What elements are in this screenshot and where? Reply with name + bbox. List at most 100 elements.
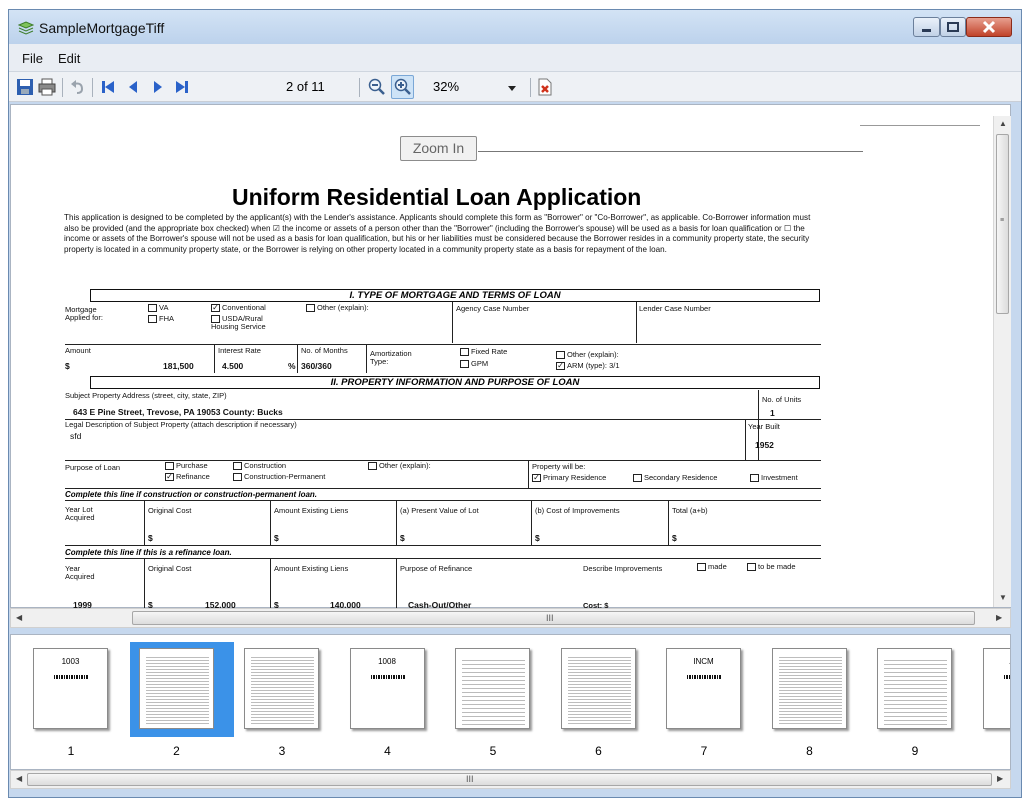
- scroll-left-arrow-icon[interactable]: ◀: [16, 774, 22, 783]
- scroll-right-arrow-icon[interactable]: ▶: [996, 613, 1002, 622]
- page-thumbnail[interactable]: 3: [234, 635, 340, 769]
- thumbnail-page-number: 3: [278, 744, 286, 758]
- maximize-button[interactable]: [940, 17, 966, 37]
- field-label: No. of Units: [762, 395, 802, 404]
- page-thumbnail[interactable]: 6: [551, 635, 657, 769]
- checkbox-investment: Investment: [750, 474, 798, 483]
- zoom-level[interactable]: 32%: [433, 79, 459, 94]
- checkbox-secondary-residence: Secondary Residence: [633, 474, 717, 483]
- save-icon[interactable]: [16, 78, 34, 96]
- previous-page-icon[interactable]: [124, 78, 142, 96]
- field-label: Amount: [65, 346, 91, 355]
- next-page-icon[interactable]: [149, 78, 167, 96]
- zoom-dropdown-arrow-icon[interactable]: [503, 78, 521, 97]
- page-thumbnail[interactable]: 8: [762, 635, 868, 769]
- menu-bar: File Edit: [9, 44, 1021, 72]
- scroll-right-arrow-icon[interactable]: ▶: [997, 774, 1003, 783]
- thumbnail-page-image: 1008: [349, 648, 425, 729]
- title-bar[interactable]: SampleMortgageTiff: [9, 10, 1021, 44]
- last-page-icon[interactable]: [173, 78, 191, 96]
- first-page-icon[interactable]: [99, 78, 117, 96]
- page-indicator[interactable]: 2 of 11: [286, 79, 325, 94]
- thumbnail-page-image: [560, 648, 636, 729]
- table-divider: [745, 420, 746, 460]
- page-thumbnail[interactable]: 9: [867, 635, 973, 769]
- thumbnail-page-number: 5: [489, 744, 497, 758]
- zoom-out-icon[interactable]: [368, 78, 386, 96]
- amount-currency: $: [65, 361, 70, 371]
- scroll-down-arrow-icon[interactable]: ▼: [999, 593, 1007, 602]
- field-label: Amount Existing Liens: [274, 564, 349, 573]
- scroll-left-arrow-icon[interactable]: ◀: [16, 613, 22, 622]
- form-lines-graphic: [884, 657, 947, 725]
- field-label: Agency Case Number: [456, 304, 530, 313]
- menu-file[interactable]: File: [22, 51, 43, 66]
- zoom-in-tooltip-button[interactable]: Zoom In: [400, 136, 477, 161]
- scan-artifact-line: [860, 125, 980, 126]
- field-label: Year Built: [748, 422, 780, 431]
- currency-sign: $: [274, 533, 279, 543]
- menu-edit[interactable]: Edit: [58, 51, 80, 66]
- document-title: Uniform Residential Loan Application: [232, 184, 642, 210]
- checkbox-to-be-made: to be made: [747, 563, 796, 572]
- page-thumbnail[interactable]: ASST 10: [973, 635, 1011, 769]
- field-label: Property will be:: [532, 462, 586, 471]
- thumbnail-horizontal-scrollbar[interactable]: ◀ III ▶: [10, 770, 1011, 789]
- thumbnail-title: 1003: [61, 657, 80, 666]
- field-label: Legal Description of Subject Property (a…: [65, 420, 297, 429]
- horizontal-scroll-thumb[interactable]: III: [27, 773, 992, 786]
- vertical-scrollbar[interactable]: ▲ ≡ ▼: [993, 116, 1011, 607]
- interest-rate-value: 4.500: [222, 361, 244, 371]
- currency-sign: $: [148, 533, 153, 543]
- scroll-grip-icon: ≡: [1000, 217, 1005, 224]
- table-divider: [396, 501, 397, 545]
- scroll-up-arrow-icon[interactable]: ▲: [999, 119, 1007, 128]
- field-label: Amortization Type:: [370, 349, 412, 366]
- field-label: Subject Property Address (street, city, …: [65, 391, 227, 400]
- barcode-graphic: [54, 675, 89, 679]
- currency-sign: $: [672, 533, 677, 543]
- document-viewer[interactable]: [10, 104, 1011, 608]
- table-divider: [452, 302, 453, 343]
- checkbox-fha: FHA: [148, 315, 174, 324]
- zoom-in-icon[interactable]: [394, 78, 412, 96]
- undo-icon[interactable]: [69, 78, 87, 96]
- page-thumbnail[interactable]: 2: [129, 635, 235, 769]
- export-pdf-icon[interactable]: [536, 78, 554, 96]
- close-button[interactable]: [966, 17, 1012, 37]
- barcode-graphic: [370, 675, 406, 679]
- table-divider: [668, 501, 669, 545]
- thumbnail-title: INCM: [693, 657, 714, 666]
- thumbnail-page-number: 6: [595, 744, 602, 758]
- viewer-horizontal-scrollbar[interactable]: ◀ III ▶: [10, 608, 1011, 628]
- section-instruction: Complete this line if this is a refinanc…: [65, 548, 232, 557]
- dense-form-graphic: [567, 655, 631, 725]
- currency-sign: $: [400, 533, 405, 543]
- table-divider: [144, 501, 145, 545]
- thumbnail-page-image: [244, 648, 319, 729]
- thumbnail-page-image: [455, 648, 530, 729]
- field-label: Original Cost: [148, 506, 192, 515]
- close-icon: [982, 20, 996, 34]
- field-label: Amount Existing Liens: [274, 506, 349, 515]
- field-label: Interest Rate: [218, 346, 261, 355]
- checkbox-fixed-rate: Fixed Rate: [460, 348, 507, 357]
- field-label: No. of Months: [301, 346, 348, 355]
- field-label: Total (a+b): [672, 506, 708, 515]
- horizontal-scroll-thumb[interactable]: III: [132, 611, 975, 625]
- barcode-graphic: [687, 675, 722, 679]
- page-thumbnail[interactable]: INCM 7: [656, 635, 762, 769]
- print-icon[interactable]: [38, 78, 56, 96]
- page-thumbnail[interactable]: 1008 4: [340, 635, 446, 769]
- scroll-grip-icon: III: [466, 774, 474, 784]
- toolbar-separator: [92, 78, 93, 97]
- percent-sign: %: [288, 361, 296, 371]
- thumbnail-title: ASST: [984, 658, 1011, 666]
- vertical-scroll-thumb[interactable]: ≡: [996, 134, 1009, 314]
- page-thumbnail[interactable]: 1003 1: [23, 635, 129, 769]
- field-label: Lender Case Number: [639, 304, 711, 313]
- dense-form-graphic: [778, 655, 842, 725]
- field-label: Year Lot Acquired: [65, 505, 95, 522]
- page-thumbnail[interactable]: 5: [445, 635, 551, 769]
- minimize-button[interactable]: [913, 17, 940, 37]
